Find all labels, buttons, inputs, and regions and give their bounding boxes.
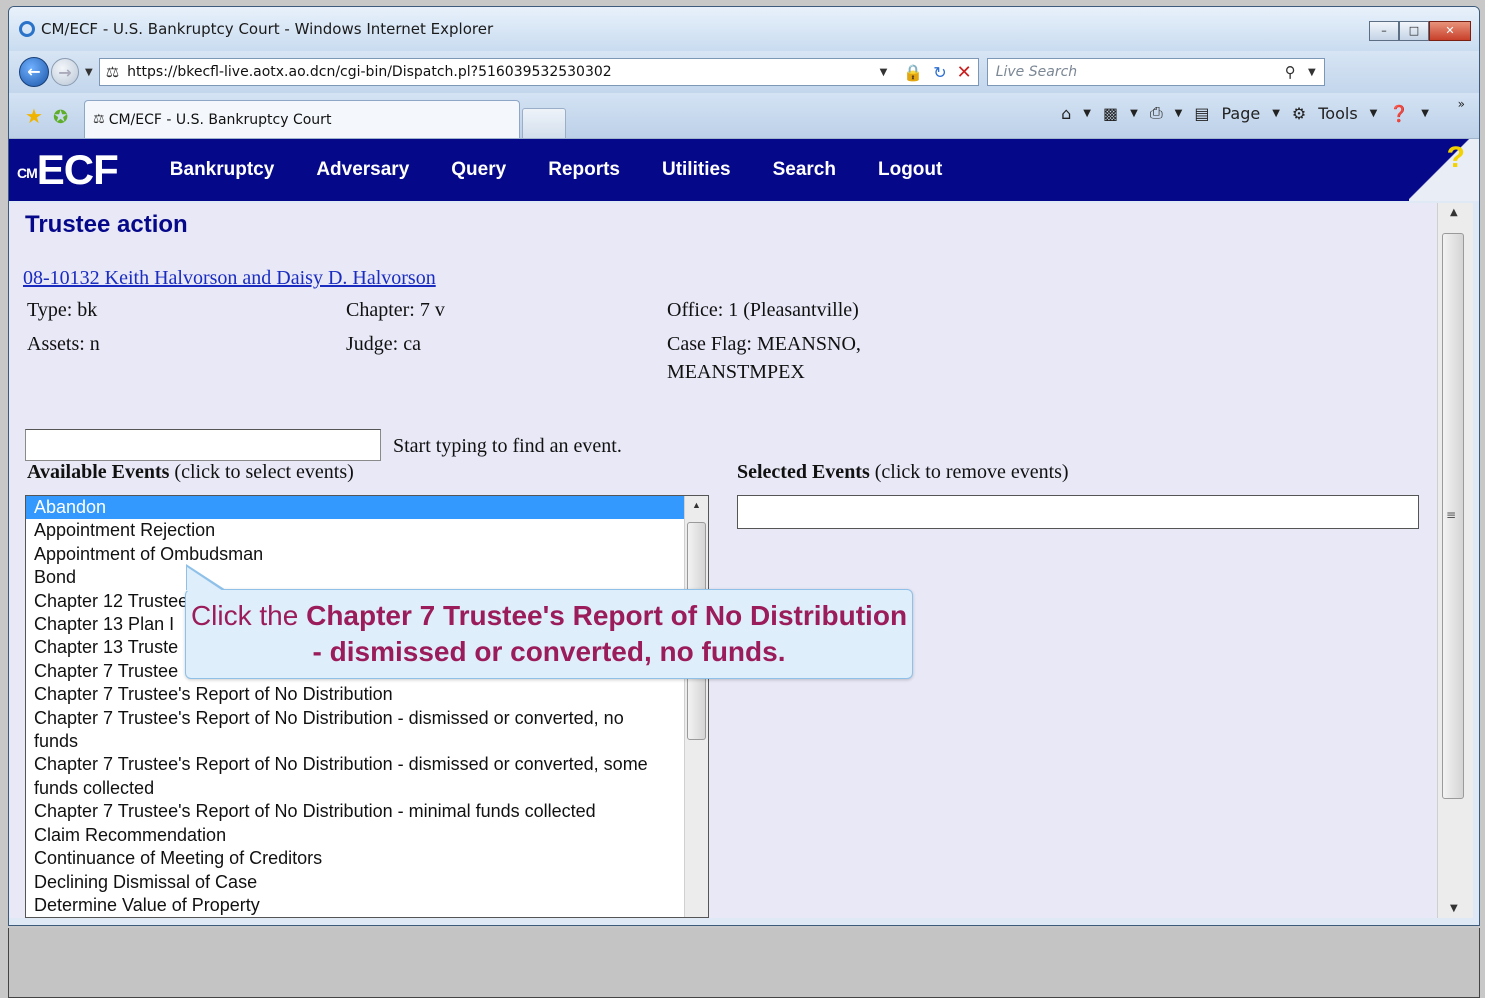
help-icon: ? <box>1446 141 1465 174</box>
list-item[interactable]: Chapter 7 Trustee's Report of No Distrib… <box>26 800 686 823</box>
case-type: Type: bk <box>27 299 98 321</box>
selected-events-list[interactable] <box>737 495 1419 529</box>
menu-query[interactable]: Query <box>451 159 506 181</box>
list-item[interactable]: Chapter 7 Trustee's Report of No Distrib… <box>26 683 686 706</box>
background-area <box>8 928 1480 998</box>
forward-button[interactable]: → <box>51 58 79 86</box>
ie-logo-icon <box>19 21 35 37</box>
add-favorites-icon[interactable]: ✪ <box>53 107 68 128</box>
list-item[interactable]: Declining Dismissal of Case <box>26 871 686 894</box>
tab-cmecf[interactable]: ⚖ CM/ECF - U.S. Bankruptcy Court <box>84 100 521 138</box>
scales-icon: ⚖ <box>93 112 105 127</box>
stop-icon[interactable]: ✕ <box>957 62 972 83</box>
list-scrollbar[interactable]: ▲ <box>684 496 708 917</box>
page-title: Trustee action <box>25 211 188 238</box>
menu-logout[interactable]: Logout <box>878 159 942 181</box>
lock-icon[interactable]: 🔒 <box>903 63 923 82</box>
list-item[interactable]: Continuance of Meeting of Creditors <box>26 847 686 870</box>
close-button[interactable]: ✕ <box>1429 21 1471 41</box>
instruction-callout: Click the Chapter 7 Trustee's Report of … <box>185 564 913 679</box>
case-office: Office: 1 (Pleasantville) <box>667 299 859 321</box>
print-icon[interactable]: ⎙ <box>1150 103 1163 123</box>
search-hint: Start typing to find an event. <box>393 435 622 457</box>
search-icon[interactable]: ⚲ <box>1285 63 1296 81</box>
maximize-button[interactable]: □ <box>1399 21 1429 41</box>
page-scrollbar[interactable]: ▲ ≡ ▼ <box>1437 203 1473 918</box>
home-icon[interactable]: ⌂ <box>1061 104 1071 123</box>
favorites-star-icon[interactable]: ★ <box>25 104 43 128</box>
page-menu[interactable]: Page <box>1221 104 1260 123</box>
case-chapter: Chapter: 7 v <box>346 299 445 321</box>
back-button[interactable]: ← <box>19 57 49 87</box>
tab-row: ★ ✪ ⚖ CM/ECF - U.S. Bankruptcy Court ⌂ ▼ … <box>9 93 1479 139</box>
event-search-input[interactable] <box>25 429 381 461</box>
list-item-target-cont[interactable]: funds <box>26 730 686 753</box>
available-events-heading: Available Events (click to select events… <box>27 461 354 483</box>
available-events-list[interactable]: Abandon Appointment Rejection Appointmen… <box>25 495 709 918</box>
address-dropdown-icon[interactable]: ▼ <box>880 67 888 78</box>
case-link[interactable]: 08-10132 Keith Halvorson and Daisy D. Ha… <box>23 267 436 290</box>
list-item[interactable]: Determine Value of Property <box>26 894 686 917</box>
ecf-logo: CMECF <box>17 146 119 193</box>
browser-window: CM/ECF - U.S. Bankruptcy Court - Windows… <box>8 6 1480 926</box>
feeds-icon[interactable]: ▩ <box>1103 104 1118 123</box>
menu-bankruptcy[interactable]: Bankruptcy <box>170 159 275 181</box>
address-url: https://bkecfl-live.aotx.ao.dcn/cgi-bin/… <box>127 64 612 80</box>
help-button[interactable]: ? <box>1409 139 1479 201</box>
tools-menu[interactable]: Tools <box>1318 104 1357 123</box>
live-search-input[interactable]: Live Search ⚲ ▼ <box>986 58 1325 86</box>
list-item[interactable]: funds collected <box>26 777 686 800</box>
new-tab-button[interactable] <box>522 108 567 138</box>
case-flag-cont: MEANSTMPEX <box>667 361 805 383</box>
case-assets: Assets: n <box>27 333 100 355</box>
callout-target-text: Chapter 7 Trustee's Report of No Distrib… <box>306 600 908 667</box>
scroll-up-icon[interactable]: ▲ <box>1450 207 1458 218</box>
history-dropdown-icon[interactable]: ▼ <box>85 67 93 78</box>
scroll-grip-icon: ≡ <box>1446 508 1457 522</box>
minimize-button[interactable]: – <box>1369 21 1399 41</box>
list-item[interactable]: Claim Recommendation <box>26 824 686 847</box>
scroll-down-icon[interactable]: ▼ <box>1450 903 1458 914</box>
page-icon: ▤ <box>1194 103 1210 123</box>
refresh-icon[interactable]: ↻ <box>933 63 946 82</box>
selected-events-heading: Selected Events (click to remove events) <box>737 461 1069 483</box>
menu-utilities[interactable]: Utilities <box>662 159 731 181</box>
command-bar: ⌂ ▼ ▩ ▼ ⎙ ▼ ▤ Page ▼ ⚙ Tools ▼ ❓ ▼ » <box>1061 97 1465 123</box>
list-item[interactable]: Appointment of Ombudsman <box>26 543 686 566</box>
case-flag: Case Flag: MEANSNO, <box>667 333 861 355</box>
list-item[interactable]: Bond <box>26 566 686 589</box>
list-item-target[interactable]: Chapter 7 Trustee's Report of No Distrib… <box>26 707 686 730</box>
tools-gear-icon: ⚙ <box>1291 103 1307 123</box>
menu-adversary[interactable]: Adversary <box>316 159 409 181</box>
ecf-banner: CMECF Bankruptcy Adversary Query Reports… <box>9 139 1479 201</box>
help-circle-icon[interactable]: ❓ <box>1389 104 1409 123</box>
address-row: ← → ▼ ⚖ https://bkecfl-live.aotx.ao.dcn/… <box>9 51 1479 93</box>
menu-reports[interactable]: Reports <box>548 159 620 181</box>
scales-icon: ⚖ <box>105 63 120 81</box>
list-item[interactable]: Chapter 7 Trustee's Report of No Distrib… <box>26 753 686 776</box>
case-judge: Judge: ca <box>346 333 421 355</box>
page-content: Trustee action 08-10132 Keith Halvorson … <box>9 203 1437 918</box>
list-item[interactable]: Abandon <box>26 496 686 520</box>
list-item[interactable]: Appointment Rejection <box>26 519 686 542</box>
menu-search[interactable]: Search <box>773 159 836 181</box>
scroll-up-icon[interactable]: ▲ <box>692 500 701 510</box>
window-title: CM/ECF - U.S. Bankruptcy Court - Windows… <box>41 20 494 38</box>
title-bar: CM/ECF - U.S. Bankruptcy Court - Windows… <box>9 7 1479 51</box>
chevron-overflow-icon[interactable]: » <box>1458 97 1465 111</box>
search-dropdown-icon[interactable]: ▼ <box>1308 67 1316 78</box>
address-bar[interactable]: ⚖ https://bkecfl-live.aotx.ao.dcn/cgi-bi… <box>98 58 979 86</box>
